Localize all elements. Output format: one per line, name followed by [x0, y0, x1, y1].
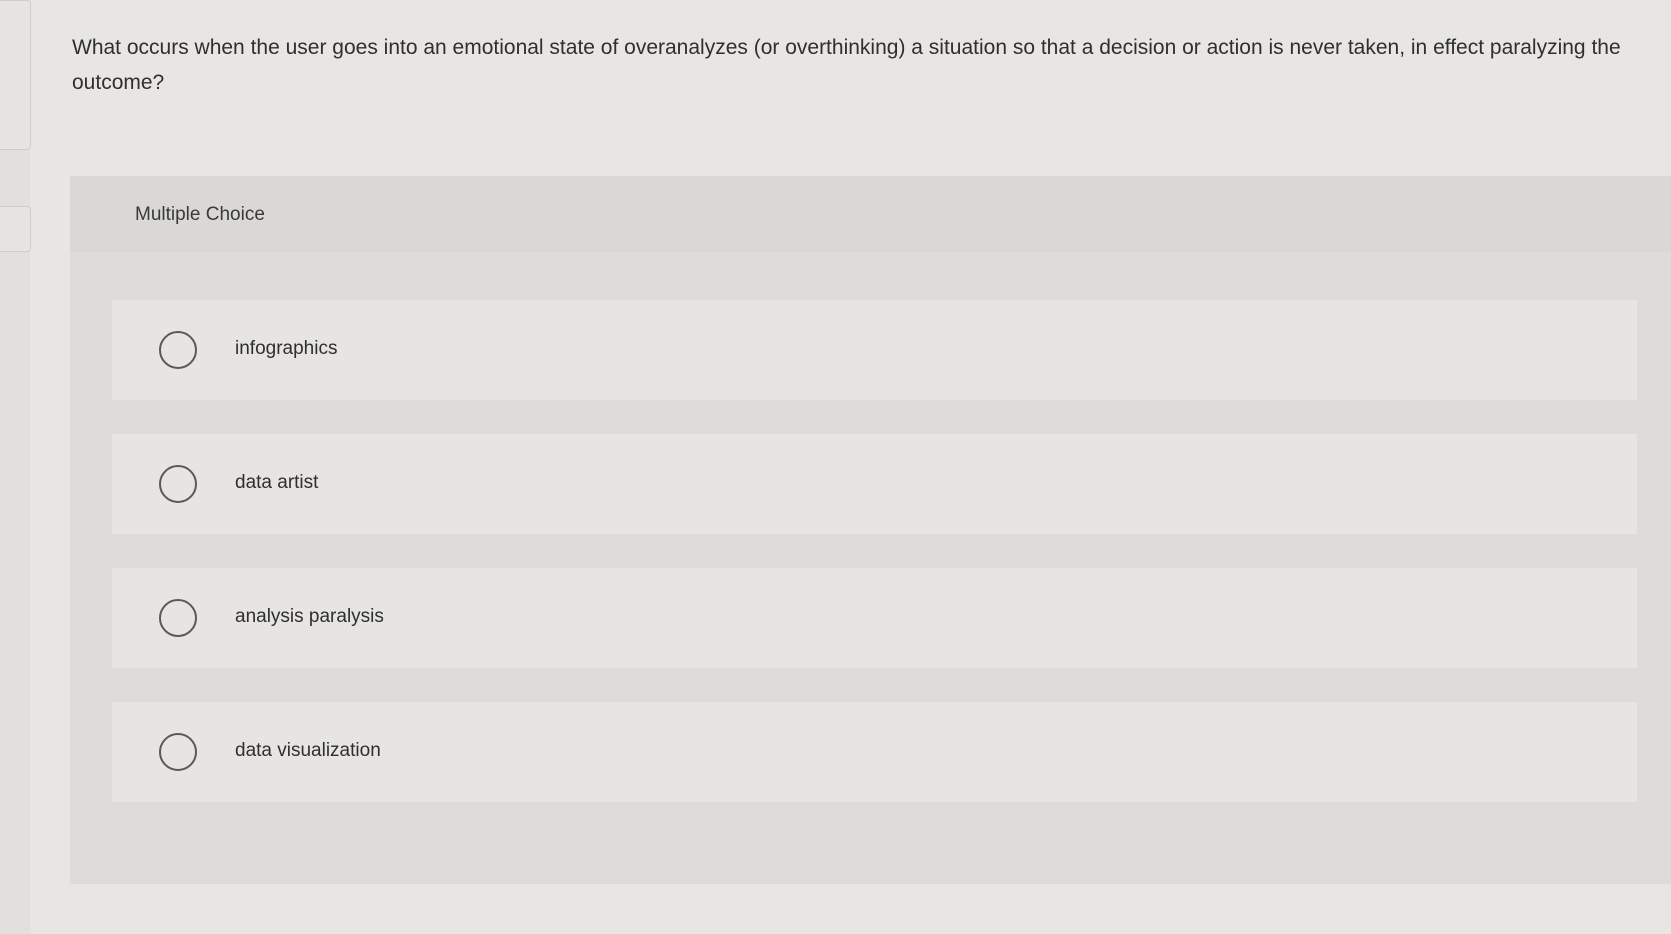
option-data-visualization[interactable]: data visualization [112, 702, 1637, 802]
radio-button[interactable] [159, 599, 197, 637]
option-label: infographics [235, 338, 338, 359]
option-infographics[interactable]: infographics [112, 300, 1637, 400]
multiple-choice-label: Multiple Choice [135, 204, 265, 225]
option-label: data visualization [235, 740, 381, 761]
edge-tab [0, 206, 31, 252]
radio-button[interactable] [159, 331, 197, 369]
radio-button[interactable] [159, 465, 197, 503]
left-edge-gutter [0, 0, 31, 934]
option-analysis-paralysis[interactable]: analysis paralysis [112, 568, 1637, 668]
option-label: data artist [235, 472, 319, 493]
multiple-choice-header: Multiple Choice [70, 176, 1671, 252]
radio-button[interactable] [159, 733, 197, 771]
option-data-artist[interactable]: data artist [112, 434, 1637, 534]
question-text: What occurs when the user goes into an e… [72, 36, 1621, 94]
multiple-choice-panel: Multiple Choice infographics data artist… [70, 176, 1671, 884]
edge-tab [0, 0, 31, 150]
option-label: analysis paralysis [235, 606, 384, 627]
